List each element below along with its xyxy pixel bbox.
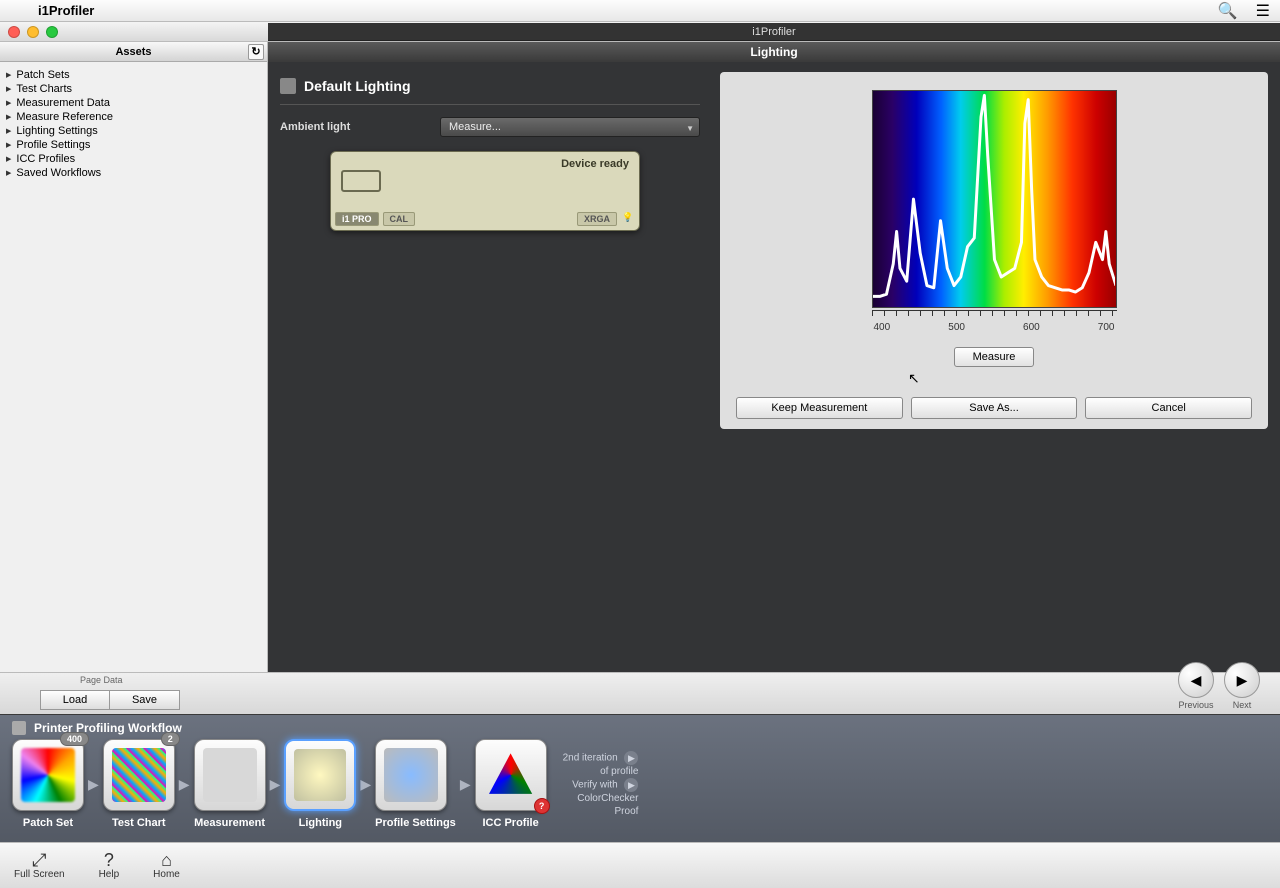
spectrum-chart [872,90,1117,308]
step-lighting[interactable]: Lighting [284,739,356,829]
home-icon: ⌂ [153,851,180,869]
ambient-light-label: Ambient light [280,121,430,133]
panel-title-row: Default Lighting [280,72,700,105]
device-status-box: Device ready i1 PRO CAL XRGA 💡 [330,151,640,231]
tag-xrga: XRGA [577,212,617,226]
document-title: i1Profiler [268,23,1280,41]
assets-sidebar: Assets ↻ Patch Sets Test Charts Measurem… [0,42,268,672]
previous-label: Previous [1178,700,1214,710]
minimize-icon[interactable] [27,26,39,38]
bulb-icon: 💡 [621,212,635,226]
save-button[interactable]: Save [110,690,180,710]
chevron-right-icon[interactable]: ▶ [624,778,638,792]
tag-i1pro: i1 PRO [335,212,379,226]
sidebar-item-profile-settings[interactable]: Profile Settings [4,138,263,152]
ambient-light-select[interactable]: Measure... [440,117,700,137]
sidebar-item-measure-reference[interactable]: Measure Reference [4,110,263,124]
page-data-label: Page Data [80,675,123,685]
chevron-right-icon[interactable]: ▶ [624,751,638,765]
spectrum-panel: 400 500 600 700 Measure Keep Measurement… [720,72,1268,429]
sidebar-item-saved-workflows[interactable]: Saved Workflows [4,166,263,180]
step-icc-profile[interactable]: ? ICC Profile [475,739,547,829]
panel-title: Default Lighting [304,78,411,94]
axis-ticks [872,310,1117,316]
load-button[interactable]: Load [40,690,110,710]
measure-button[interactable]: Measure [954,347,1035,367]
refresh-icon[interactable]: ↻ [248,44,264,60]
chevron-right-icon: ▶ [360,776,371,793]
chevron-right-icon: ▶ [460,776,471,793]
workflow-note: 2nd iteration ▶ of profile Verify with ▶… [563,751,639,818]
next-label: Next [1224,700,1260,710]
mac-menubar: i1Profiler 🔍 ☰ [0,0,1280,22]
chevron-right-icon: ▶ [88,776,99,793]
help-button[interactable]: ? Help [99,851,120,880]
alert-icon: ? [534,798,550,814]
fullscreen-icon: ⤢ [14,851,65,869]
zoom-icon[interactable] [46,26,58,38]
chevron-right-icon: ▶ [270,776,281,793]
workflow-title: Printer Profiling Workflow [34,721,182,735]
close-icon[interactable] [8,26,20,38]
sidebar-item-test-charts[interactable]: Test Charts [4,82,263,96]
save-as-button[interactable]: Save As... [911,397,1078,419]
sidebar-header: Assets ↻ [0,42,267,62]
sidebar-item-patch-sets[interactable]: Patch Sets [4,68,263,82]
keep-measurement-button[interactable]: Keep Measurement [736,397,903,419]
previous-button[interactable]: ◀ [1178,662,1214,698]
cancel-button[interactable]: Cancel [1085,397,1252,419]
bottom-toolbar: ⤢ Full Screen ? Help ⌂ Home [0,842,1280,888]
search-icon[interactable]: 🔍 [1218,1,1238,21]
sidebar-item-lighting-settings[interactable]: Lighting Settings [4,124,263,138]
x-axis-labels: 400 500 600 700 [872,322,1117,333]
sidebar-item-measurement-data[interactable]: Measurement Data [4,96,263,110]
step-test-chart[interactable]: 2 Test Chart [103,739,175,829]
lighting-icon [280,78,296,94]
spectrophotometer-icon [341,170,381,192]
step-profile-settings[interactable]: Profile Settings [375,739,456,829]
patch-set-badge: 400 [60,732,89,746]
workflow-strip: Printer Profiling Workflow 400 Patch Set… [0,714,1280,842]
sidebar-title: Assets [115,46,151,58]
device-status-text: Device ready [561,158,629,170]
home-button[interactable]: ⌂ Home [153,851,180,880]
page-data-strip: Page Data Load Save ◀ Previous ▶ Next [0,672,1280,714]
menubar-app-name[interactable]: i1Profiler [38,3,94,18]
assets-list: Patch Sets Test Charts Measurement Data … [0,62,267,186]
section-header: Lighting [268,42,1280,62]
chevron-right-icon: ▶ [179,776,190,793]
help-icon: ? [99,851,120,869]
tag-cal: CAL [383,212,416,226]
sidebar-item-icc-profiles[interactable]: ICC Profiles [4,152,263,166]
step-measurement[interactable]: Measurement [194,739,266,829]
step-patch-set[interactable]: 400 Patch Set [12,739,84,829]
fullscreen-button[interactable]: ⤢ Full Screen [14,851,65,880]
main-content: i1Profiler Lighting Default Lighting Amb… [268,42,1280,672]
printer-icon [12,721,26,735]
test-chart-badge: 2 [161,732,180,746]
next-button[interactable]: ▶ [1224,662,1260,698]
menu-list-icon[interactable]: ☰ [1256,1,1270,21]
